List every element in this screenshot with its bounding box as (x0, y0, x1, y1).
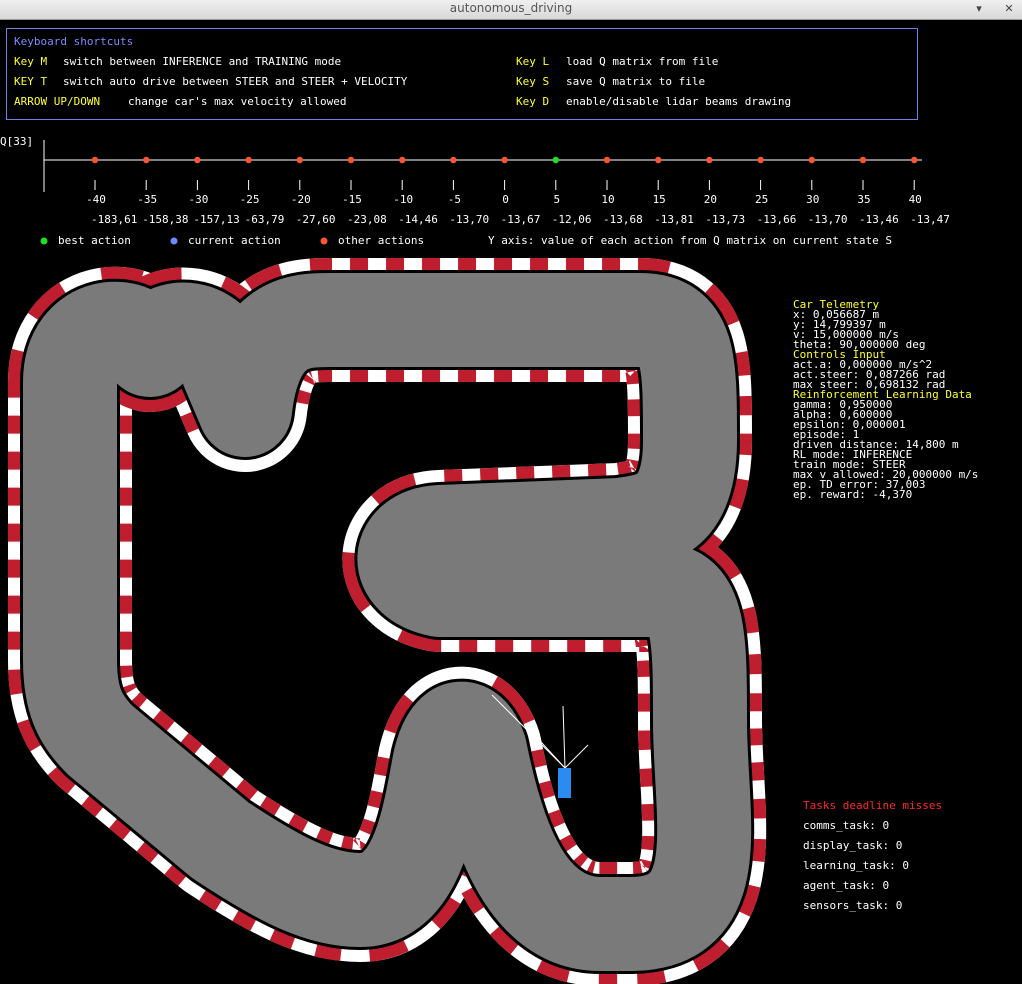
close-icon[interactable]: ✕ (1002, 2, 1016, 16)
rl-line: ep. reward: -4,370 (793, 488, 913, 501)
car (558, 768, 571, 798)
deadline-agent: agent_task: 0 (803, 879, 890, 892)
minimize-icon[interactable]: ▾ (972, 2, 986, 16)
lidar-beam (562, 705, 566, 769)
deadline-learning: learning_task: 0 (803, 859, 909, 872)
window-title: autonomous_driving (449, 1, 573, 15)
lidar-beam (564, 744, 589, 769)
deadline-comms: comms_task: 0 (803, 819, 890, 832)
deadline-display: display_task: 0 (803, 839, 903, 852)
window-titlebar: autonomous_driving ▾ ✕ (0, 0, 1022, 20)
app-canvas: Keyboard shortcuts Key M switch between … (0, 20, 1022, 984)
deadline-sensors: sensors_task: 0 (803, 899, 903, 912)
deadline-header: Tasks deadline misses (803, 799, 943, 812)
